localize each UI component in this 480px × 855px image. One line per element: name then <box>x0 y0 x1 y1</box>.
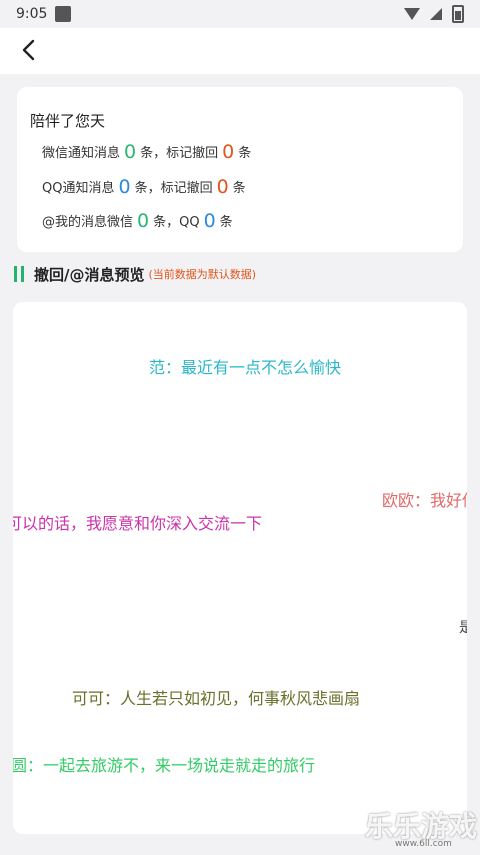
at-stat-mid: 条，QQ <box>153 215 200 230</box>
danmaku-message: 可以的话，我愿意和你深入交流一下 <box>13 514 263 533</box>
danmaku-message: 欧欧：我好伤 <box>382 491 467 510</box>
qq-stat-prefix: QQ通知消息 <box>42 181 115 196</box>
preview-title: 撤回/@消息预览 <box>34 265 145 284</box>
section-marker-icon <box>21 266 24 282</box>
at-qq-count: 0 <box>203 210 216 232</box>
preview-note: (当前数据为默认数据) <box>148 268 257 281</box>
notification-icon <box>55 6 72 22</box>
battery-icon <box>452 5 464 23</box>
wechat-recall-count: 0 <box>222 141 235 163</box>
status-time: 9:05 <box>16 6 48 22</box>
stats-card: 陪伴了您天 微信通知消息 0 条，标记撤回 0 条 QQ通知消息 0 条，标记撤回 0 条 @我… <box>17 87 463 252</box>
stats-title: 陪伴了您天 <box>30 112 106 130</box>
preview-panel: 范：最近有一点不怎么愉快 欧欧：我好伤 可以的话，我愿意和你深入交流一下 是 可… <box>13 302 467 834</box>
wechat-stat-prefix: 微信通知消息 <box>42 146 121 161</box>
at-stat-prefix: @我的消息微信 <box>42 215 134 230</box>
qq-stat-mid: 条，标记撤回 <box>134 181 213 196</box>
back-arrow-icon[interactable] <box>18 38 42 62</box>
status-right <box>404 5 464 23</box>
watermark-logo: 乐乐游戏 www.6ll.com <box>365 805 477 853</box>
watermark-url: www.6ll.com <box>395 839 452 849</box>
wechat-stat-mid: 条，标记撤回 <box>140 146 219 161</box>
qq-recall-count: 0 <box>216 176 229 198</box>
wechat-stat-suffix: 条 <box>238 146 252 161</box>
section-marker-icon <box>14 266 17 282</box>
at-wechat-count: 0 <box>137 210 150 232</box>
signal-icon <box>430 8 442 20</box>
wechat-notify-count: 0 <box>124 141 137 163</box>
qq-notify-count: 0 <box>118 176 131 198</box>
danmaku-message: 可可：人生若只如初见，何事秋风悲画扇 <box>72 689 361 708</box>
danmaku-message: 圆：一起去旅游不，来一场说走就走的旅行 <box>13 756 316 775</box>
status-left: 9:05 <box>16 6 72 22</box>
danmaku-message: 是 <box>459 620 467 636</box>
qq-stat-suffix: 条 <box>232 181 246 196</box>
at-stat-line: @我的消息微信 0 条，QQ 0 条 <box>42 210 233 232</box>
top-nav <box>0 28 480 74</box>
preview-section-header: 撤回/@消息预览 (当前数据为默认数据) <box>14 262 256 286</box>
wechat-stat-line: 微信通知消息 0 条，标记撤回 0 条 <box>42 141 251 163</box>
qq-stat-line: QQ通知消息 0 条，标记撤回 0 条 <box>42 176 246 198</box>
wifi-icon <box>404 8 420 20</box>
status-bar: 9:05 <box>0 0 480 28</box>
danmaku-message: 范：最近有一点不怎么愉快 <box>149 358 342 377</box>
at-stat-suffix: 条 <box>219 215 233 230</box>
